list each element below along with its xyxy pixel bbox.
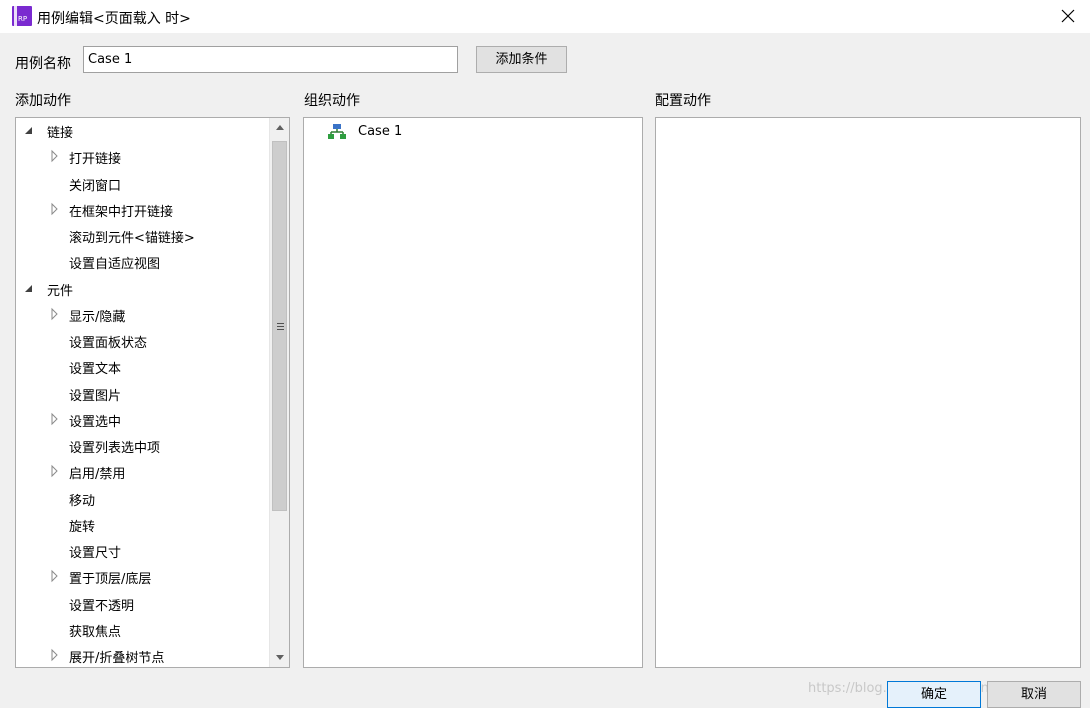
tree-item-label: 启用/禁用	[69, 467, 126, 483]
tree-item-label: 设置面板状态	[69, 336, 148, 351]
tree-action-item[interactable]: 设置选中	[16, 410, 266, 430]
collapsed-triangle-icon[interactable]	[49, 464, 61, 478]
tree-item-label: 置于顶层/底层	[69, 572, 152, 588]
chevron-down-icon	[276, 655, 284, 660]
tree-action-item[interactable]: 移动	[16, 489, 266, 509]
configure-actions-heading: 配置动作	[655, 93, 711, 109]
tree-item-label: 关闭窗口	[69, 178, 122, 194]
collapsed-triangle-icon[interactable]	[49, 149, 61, 163]
tree-action-item[interactable]: 关闭窗口	[16, 174, 266, 194]
add-condition-button[interactable]: 添加条件	[476, 46, 567, 73]
organize-actions-heading: 组织动作	[304, 93, 360, 109]
tree-group-item[interactable]: 链接	[16, 121, 266, 141]
case-name-input[interactable]	[83, 46, 458, 73]
tree-action-item[interactable]: 设置文本	[16, 357, 266, 377]
scroll-thumb[interactable]	[272, 141, 287, 511]
add-actions-heading: 添加动作	[15, 93, 71, 109]
collapsed-triangle-icon[interactable]	[49, 569, 61, 583]
grip-icon	[277, 323, 284, 330]
close-button[interactable]	[1046, 0, 1090, 33]
tree-action-item[interactable]: 获取焦点	[16, 620, 266, 640]
add-actions-panel: 链接打开链接关闭窗口在框架中打开链接滚动到元件<锚链接> 设置自适应视图元件显示/…	[15, 117, 290, 668]
tree-item-label: 旋转	[69, 519, 96, 535]
case-flow-icon	[328, 124, 346, 139]
collapsed-triangle-icon[interactable]	[49, 307, 61, 321]
tree-item-label: 链接	[47, 126, 74, 141]
expanded-triangle-icon[interactable]	[23, 123, 35, 137]
case-label: Case 1	[358, 124, 403, 139]
tree-action-item[interactable]: 设置面板状态	[16, 331, 266, 351]
organize-actions-panel: Case 1	[303, 117, 643, 668]
app-icon-text: RP	[18, 15, 28, 23]
collapsed-triangle-icon[interactable]	[49, 412, 61, 426]
tree-item-label: 移动	[69, 493, 96, 509]
action-tree-scrollbar[interactable]	[269, 118, 289, 667]
tree-action-item[interactable]: 展开/折叠树节点	[16, 646, 266, 666]
title-bar: RP 用例编辑<页面载入 时>	[0, 0, 1090, 33]
tree-action-item[interactable]: 旋转	[16, 515, 266, 535]
tree-item-label: 显示/隐藏	[69, 309, 126, 325]
tree-action-item[interactable]: 启用/禁用	[16, 462, 266, 482]
tree-item-label: 设置自适应视图	[69, 257, 161, 273]
case-name-label: 用例名称	[15, 56, 71, 72]
tree-item-label: 获取焦点	[69, 624, 122, 640]
tree-item-label: 元件	[47, 283, 74, 299]
cancel-button[interactable]: 取消	[987, 681, 1081, 708]
tree-action-item[interactable]: 显示/隐藏	[16, 305, 266, 325]
collapsed-triangle-icon[interactable]	[49, 202, 61, 216]
tree-action-item[interactable]: 滚动到元件<锚链接>	[16, 226, 266, 246]
scroll-down-button[interactable]	[270, 647, 289, 667]
tree-action-item[interactable]: 打开链接	[16, 147, 266, 167]
window-title: 用例编辑<页面载入 时>	[37, 11, 191, 27]
tree-action-item[interactable]: 在框架中打开链接	[16, 200, 266, 220]
tree-action-item[interactable]: 设置列表选中项	[16, 436, 266, 456]
tree-item-label: 设置文本	[69, 362, 122, 378]
ok-button[interactable]: 确定	[887, 681, 981, 708]
tree-item-label: 在框架中打开链接	[69, 204, 174, 220]
tree-action-item[interactable]: 设置图片	[16, 384, 266, 404]
scroll-up-button[interactable]	[270, 118, 289, 138]
tree-item-label: 滚动到元件<锚链接>	[69, 231, 195, 246]
tree-item-label: 设置不透明	[69, 598, 135, 614]
tree-item-label: 设置选中	[69, 414, 122, 430]
collapsed-triangle-icon[interactable]	[49, 648, 61, 662]
tree-item-label: 打开链接	[69, 152, 122, 168]
close-icon	[1061, 9, 1075, 23]
expanded-triangle-icon[interactable]	[23, 281, 35, 295]
configure-actions-panel	[655, 117, 1081, 668]
tree-group-item[interactable]: 元件	[16, 279, 266, 299]
tree-item-label: 设置图片	[69, 388, 122, 404]
tree-item-label: 展开/折叠树节点	[69, 651, 165, 666]
tree-action-item[interactable]: 设置自适应视图	[16, 252, 266, 272]
tree-action-item[interactable]: 置于顶层/底层	[16, 567, 266, 587]
tree-item-label: 设置列表选中项	[69, 441, 161, 456]
chevron-up-icon	[276, 125, 284, 130]
tree-item-label: 设置尺寸	[69, 546, 122, 561]
tree-action-item[interactable]: 设置尺寸	[16, 541, 266, 561]
tree-action-item[interactable]: 设置不透明	[16, 594, 266, 614]
axure-rp-app-icon: RP	[12, 6, 32, 26]
